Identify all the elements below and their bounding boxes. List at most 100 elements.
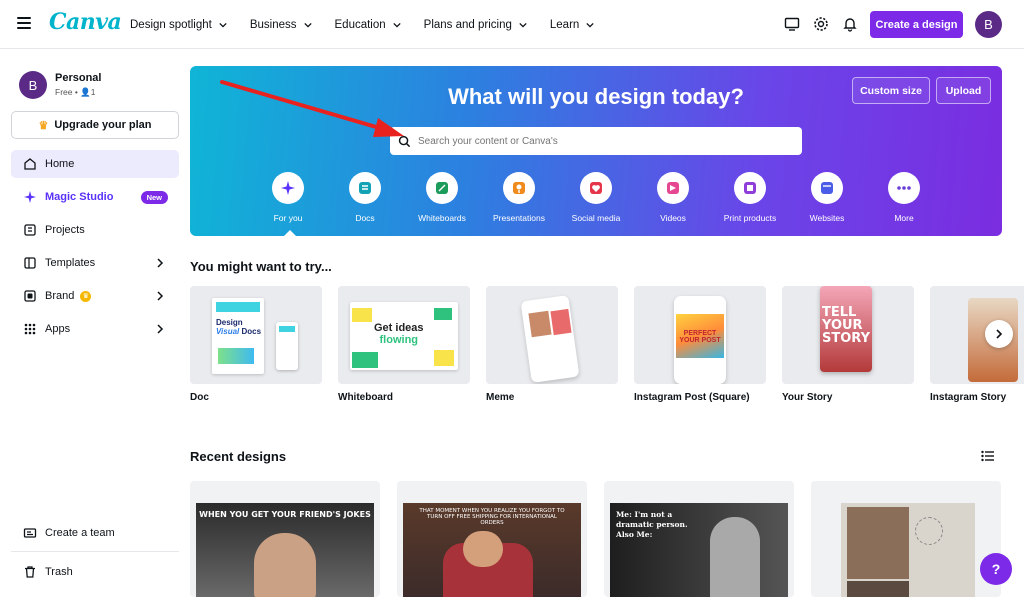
sidebar-item-templates[interactable]: Templates bbox=[11, 249, 179, 277]
sidebar-item-brand[interactable]: Brand ♛ bbox=[11, 282, 179, 310]
avatar[interactable]: B bbox=[975, 11, 1002, 38]
template-card-meme[interactable]: Meme bbox=[486, 286, 618, 403]
sidebar-item-apps[interactable]: Apps bbox=[11, 315, 179, 343]
recent-design-thumbnail: WHEN YOU GET YOUR FRIEND'S JOKES bbox=[196, 503, 374, 597]
category-for-you[interactable]: For you bbox=[248, 172, 328, 223]
top-bar: Canva Design spotlight Business Educatio… bbox=[0, 0, 1024, 49]
template-card-doc[interactable]: Design Visual Docs Doc bbox=[190, 286, 322, 403]
search-icon bbox=[398, 135, 411, 147]
apps-grid-icon bbox=[24, 323, 36, 335]
recent-design-thumbnail: THAT MOMENT WHEN YOU REALIZE YOU FORGOT … bbox=[403, 503, 581, 597]
account-plan: Free • 👤1 bbox=[55, 87, 96, 97]
doc-thumbnail: Design Visual Docs bbox=[190, 286, 322, 384]
chevron-down-icon bbox=[519, 22, 527, 28]
template-card-whiteboard[interactable]: Get ideas flowing Whiteboard bbox=[338, 286, 470, 403]
meme-thumbnail bbox=[486, 286, 618, 384]
chevron-down-icon bbox=[586, 22, 594, 28]
category-more[interactable]: More bbox=[864, 172, 944, 223]
sidebar-item-trash[interactable]: Trash bbox=[11, 558, 179, 586]
sidebar-item-projects[interactable]: Projects bbox=[11, 216, 179, 244]
category-websites[interactable]: Websites bbox=[787, 172, 867, 223]
new-badge: New bbox=[140, 191, 168, 204]
whiteboard-thumbnail: Get ideas flowing bbox=[338, 286, 470, 384]
crown-icon: ♛ bbox=[38, 119, 49, 132]
help-button[interactable]: ? bbox=[980, 553, 1012, 585]
home-icon bbox=[24, 158, 36, 170]
chevron-right-icon bbox=[157, 324, 164, 334]
video-icon bbox=[667, 182, 679, 194]
nav-business[interactable]: Business bbox=[250, 19, 312, 31]
suggestions-title: You might want to try... bbox=[190, 259, 332, 274]
team-icon bbox=[23, 528, 37, 538]
category-whiteboards[interactable]: Whiteboards bbox=[402, 172, 482, 223]
nav-design-spotlight[interactable]: Design spotlight bbox=[130, 19, 227, 31]
chevron-right-icon bbox=[157, 291, 164, 301]
recent-design-card[interactable]: THAT MOMENT WHEN YOU REALIZE YOU FORGOT … bbox=[397, 481, 587, 597]
template-card-your-story[interactable]: TELL YOUR STORY Your Story bbox=[782, 286, 914, 403]
gear-icon[interactable] bbox=[813, 16, 829, 32]
brand-icon bbox=[24, 290, 36, 302]
chevron-right-icon bbox=[996, 329, 1003, 339]
recent-design-card[interactable]: WHEN YOU GET YOUR FRIEND'S JOKES bbox=[190, 481, 380, 597]
sparkle-icon bbox=[24, 191, 36, 203]
more-dots-icon bbox=[897, 186, 911, 190]
sidebar-item-home[interactable]: Home bbox=[11, 150, 179, 178]
category-videos[interactable]: Videos bbox=[633, 172, 713, 223]
upload-button[interactable]: Upload bbox=[936, 77, 991, 104]
search-input[interactable] bbox=[418, 135, 778, 147]
create-design-button[interactable]: Create a design bbox=[870, 11, 963, 38]
bell-icon[interactable] bbox=[842, 16, 858, 32]
account-avatar: B bbox=[19, 71, 47, 99]
sidebar: B Personal Free • 👤1 ♛ Upgrade your plan… bbox=[0, 50, 190, 597]
monitor-icon[interactable] bbox=[784, 16, 800, 32]
category-docs[interactable]: Docs bbox=[325, 172, 405, 223]
hero-banner: What will you design today? Custom size … bbox=[190, 66, 1002, 236]
chevron-right-icon bbox=[157, 258, 164, 268]
account-switcher[interactable]: B Personal Free • 👤1 bbox=[19, 71, 101, 99]
print-icon bbox=[744, 182, 756, 194]
category-print-products[interactable]: Print products bbox=[710, 172, 790, 223]
menu-icon[interactable] bbox=[17, 17, 31, 29]
recent-design-card[interactable]: Me: I'm not a dramatic person. Also Me: bbox=[604, 481, 794, 597]
templates-icon bbox=[24, 257, 36, 269]
canva-logo[interactable]: Canva bbox=[49, 9, 122, 35]
template-card-instagram-story[interactable]: Instagram Story bbox=[930, 286, 1024, 403]
your-story-thumbnail: TELL YOUR STORY bbox=[782, 286, 914, 384]
category-presentations[interactable]: Presentations bbox=[479, 172, 559, 223]
docs-icon bbox=[359, 182, 371, 194]
category-social-media[interactable]: Social media bbox=[556, 172, 636, 223]
recent-design-card[interactable] bbox=[811, 481, 1001, 597]
chevron-down-icon bbox=[219, 22, 227, 28]
nav-plans-pricing[interactable]: Plans and pricing bbox=[424, 19, 527, 31]
recent-designs-title: Recent designs bbox=[190, 449, 287, 464]
main-nav: Design spotlight Business Education Plan… bbox=[130, 0, 617, 49]
template-card-instagram-post[interactable]: PERFECT YOUR POST Instagram Post (Square) bbox=[634, 286, 766, 403]
sparkle-icon bbox=[281, 181, 295, 195]
account-name: Personal bbox=[55, 72, 102, 84]
category-row: For you Docs Whiteboards Presentations S… bbox=[248, 172, 948, 232]
nav-learn[interactable]: Learn bbox=[550, 19, 594, 31]
custom-size-button[interactable]: Custom size bbox=[852, 77, 930, 104]
heart-icon bbox=[590, 182, 602, 194]
chevron-down-icon bbox=[393, 22, 401, 28]
carousel-next-button[interactable] bbox=[985, 320, 1013, 348]
website-icon bbox=[821, 182, 833, 194]
header-icons bbox=[784, 16, 858, 32]
sidebar-item-magic-studio[interactable]: Magic Studio New bbox=[11, 183, 179, 211]
recent-design-thumbnail bbox=[841, 503, 975, 597]
search-bar[interactable] bbox=[390, 127, 802, 155]
divider bbox=[11, 551, 179, 552]
presentation-icon bbox=[513, 182, 525, 194]
trash-icon bbox=[25, 566, 35, 578]
list-view-icon[interactable] bbox=[981, 450, 994, 462]
chevron-down-icon bbox=[303, 22, 312, 28]
nav-education[interactable]: Education bbox=[335, 19, 401, 31]
whiteboard-icon bbox=[436, 182, 448, 194]
crown-icon: ♛ bbox=[80, 290, 92, 302]
selected-category-indicator bbox=[284, 230, 296, 236]
create-team-button[interactable]: Create a team bbox=[11, 519, 179, 547]
upgrade-plan-button[interactable]: ♛ Upgrade your plan bbox=[11, 111, 179, 139]
folder-icon bbox=[24, 224, 36, 236]
instagram-post-thumbnail: PERFECT YOUR POST bbox=[634, 286, 766, 384]
recent-design-thumbnail: Me: I'm not a dramatic person. Also Me: bbox=[610, 503, 788, 597]
